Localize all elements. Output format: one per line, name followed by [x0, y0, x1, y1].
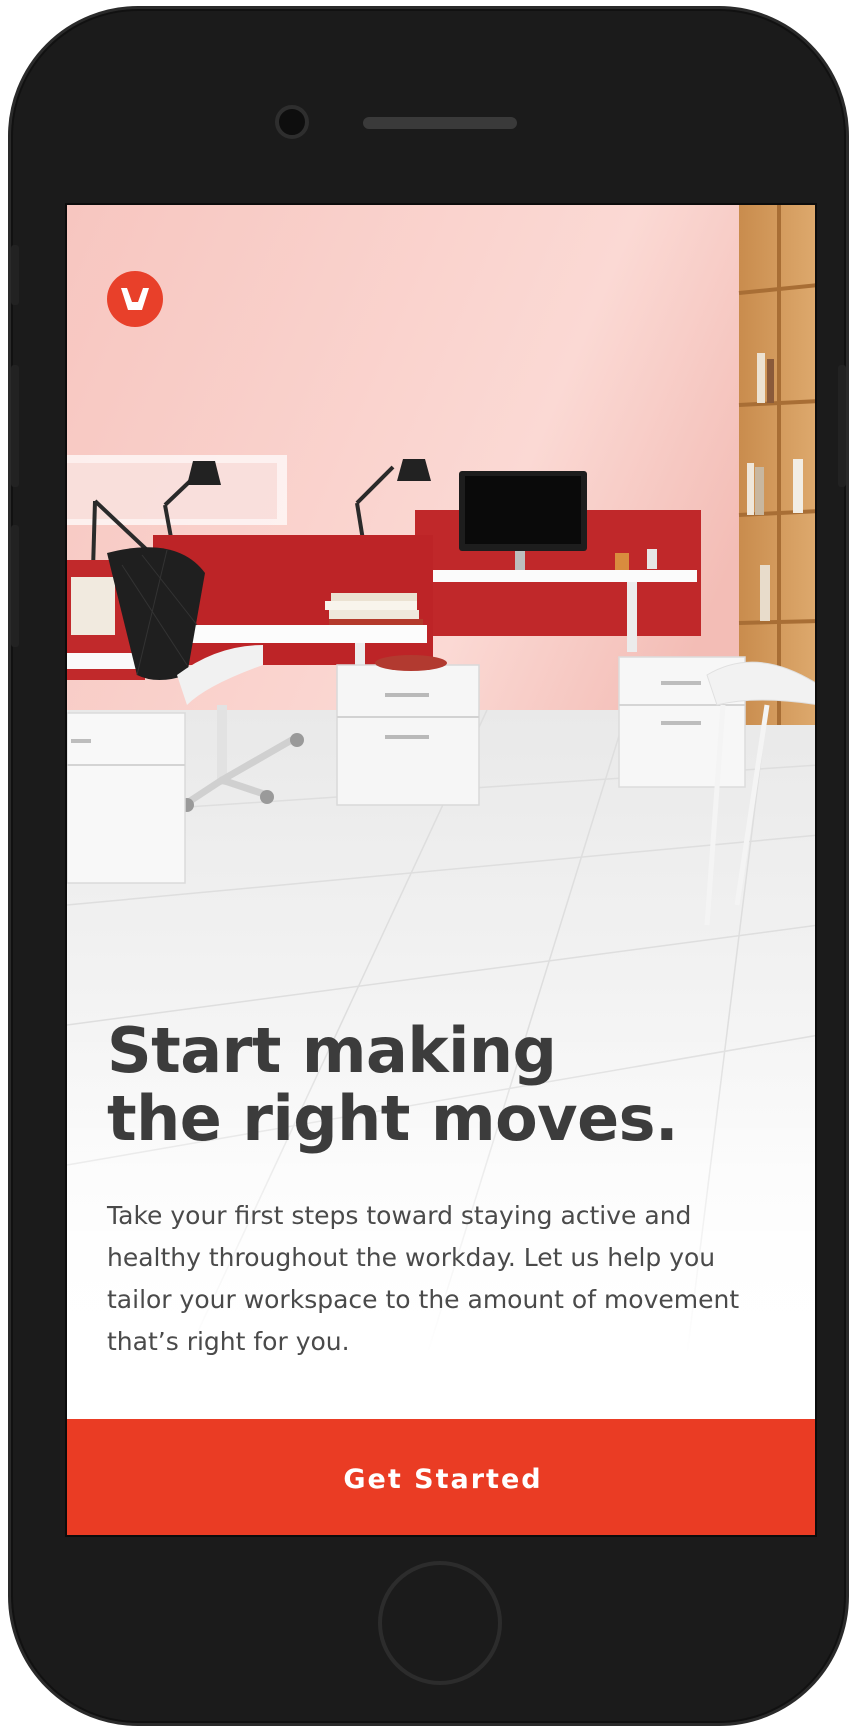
front-camera	[275, 105, 309, 139]
volume-down-button	[11, 525, 19, 647]
logo-mark	[121, 288, 149, 310]
phone-frame: Start making the right moves. Take your …	[8, 6, 849, 1726]
onboarding-headline: Start making the right moves.	[107, 1017, 787, 1153]
app-screen: Start making the right moves. Take your …	[65, 203, 817, 1537]
volume-up-button	[11, 365, 19, 487]
hero-image	[67, 205, 815, 1355]
office-workspace-image	[67, 205, 815, 1355]
get-started-button[interactable]: Get Started	[67, 1419, 815, 1535]
power-button	[838, 365, 846, 487]
headline-line-2: the right moves.	[107, 1082, 679, 1155]
earpiece-speaker	[363, 117, 517, 129]
herman-miller-logo-icon	[107, 271, 163, 327]
mute-switch	[11, 245, 19, 305]
headline-line-1: Start making	[107, 1014, 557, 1087]
home-button[interactable]	[378, 1561, 502, 1685]
onboarding-description: Take your first steps toward staying act…	[107, 1201, 740, 1356]
